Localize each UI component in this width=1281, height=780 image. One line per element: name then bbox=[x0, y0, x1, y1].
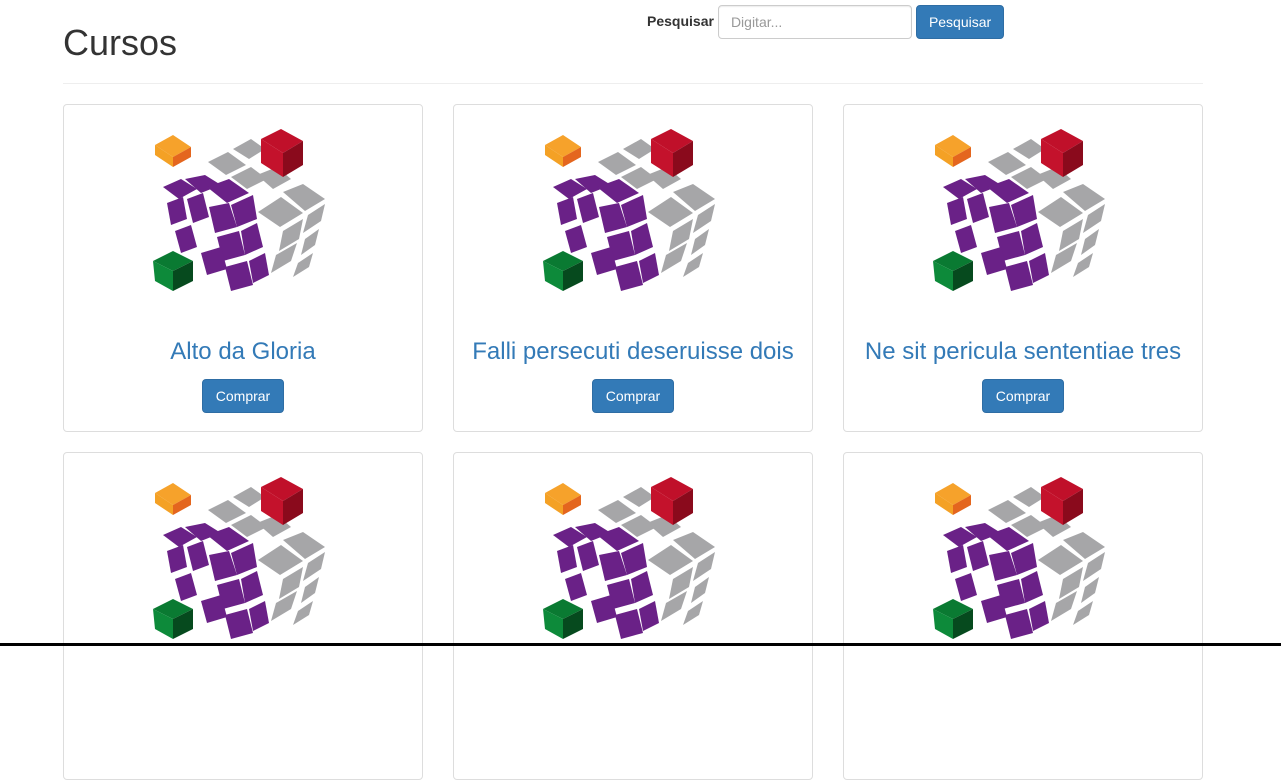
search-label: Pesquisar bbox=[647, 13, 714, 29]
rubik-cube-logo-icon bbox=[933, 127, 1113, 307]
search-bar: Pesquisar Pesquisar bbox=[647, 5, 1005, 39]
course-card bbox=[453, 452, 813, 780]
page-title: Cursos bbox=[63, 22, 178, 63]
rubik-cube-logo-icon bbox=[933, 475, 1113, 655]
search-button[interactable]: Pesquisar bbox=[915, 5, 1005, 39]
course-title-link[interactable]: Alto da Gloria bbox=[170, 337, 315, 367]
course-grid: Alto da Gloria Comprar Falli persecuti d… bbox=[63, 104, 1203, 780]
course-card: Falli persecuti deseruisse dois Comprar bbox=[453, 104, 813, 432]
rubik-cube-logo-icon bbox=[543, 127, 723, 307]
buy-button[interactable]: Comprar bbox=[981, 379, 1065, 413]
course-card: Alto da Gloria Comprar bbox=[63, 104, 423, 432]
rubik-cube-logo-icon bbox=[543, 475, 723, 655]
buy-button[interactable]: Comprar bbox=[201, 379, 285, 413]
rubik-cube-logo-icon bbox=[153, 475, 333, 655]
course-card bbox=[843, 452, 1203, 780]
buy-button[interactable]: Comprar bbox=[591, 379, 675, 413]
search-input[interactable] bbox=[717, 5, 912, 39]
rubik-cube-logo-icon bbox=[153, 127, 333, 307]
course-title-link[interactable]: Ne sit pericula sententiae tres bbox=[865, 337, 1181, 367]
course-card bbox=[63, 452, 423, 780]
header-divider bbox=[63, 83, 1203, 84]
course-title-link[interactable]: Falli persecuti deseruisse dois bbox=[472, 337, 793, 367]
course-card: Ne sit pericula sententiae tres Comprar bbox=[843, 104, 1203, 432]
